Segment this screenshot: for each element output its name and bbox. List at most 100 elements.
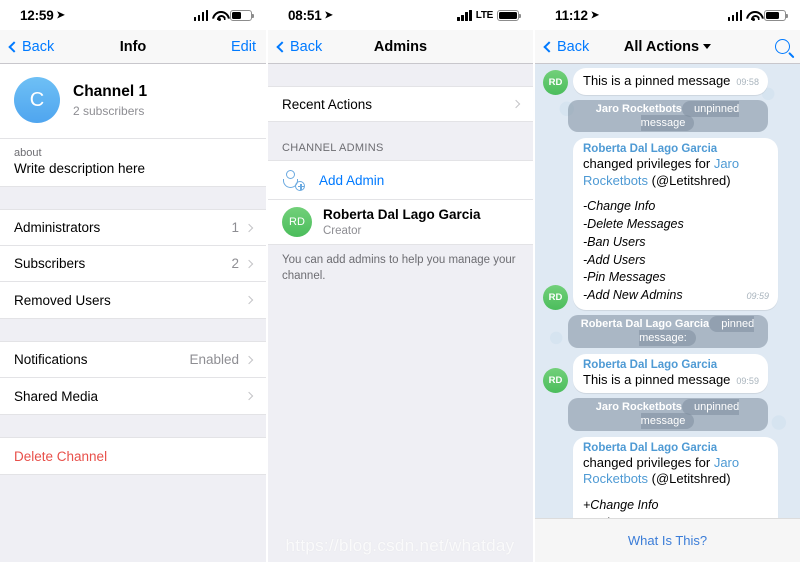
message-time: 09:59	[736, 375, 759, 386]
status-time-group: 08:51 ➤	[288, 8, 333, 23]
row-label: Subscribers	[14, 256, 86, 271]
privilege-item: -Add Users	[583, 252, 646, 267]
privilege-item: -Pin Messages	[583, 270, 666, 285]
privilege-item: -Add New Admins	[583, 288, 683, 303]
service-actor: Roberta Dal Lago Garcia	[580, 317, 710, 330]
what-is-this-link[interactable]: What Is This?	[628, 533, 707, 548]
message-text: This is a pinned message	[583, 73, 731, 88]
chevron-right-icon	[244, 391, 254, 401]
row-accessory: 2	[231, 256, 254, 271]
chat-messages: RD This is a pinned message 09:58 Jaro R…	[535, 64, 800, 562]
service-message: Jaro Rocketbots unpinned message	[543, 398, 792, 431]
search-icon[interactable]	[775, 39, 790, 54]
channel-profile-header[interactable]: C Channel 1 2 subscribers	[0, 64, 266, 139]
chat-message[interactable]: RD Roberta Dal Lago Garcia changed privi…	[543, 138, 792, 310]
phone-screen-channel-info: 12:59 ➤ Back Info Edit C Channel 1 2 sub…	[0, 0, 266, 562]
row-accessory: 1	[231, 220, 254, 235]
three-phone-screenshots: 12:59 ➤ Back Info Edit C Channel 1 2 sub…	[0, 0, 800, 562]
wifi-icon	[746, 10, 760, 21]
message-text: changed privileges for Jaro Rocketbots (…	[583, 455, 769, 488]
row-admin-entry[interactable]: RD Roberta Dal Lago Garcia Creator	[268, 200, 533, 244]
section-header-channel-admins: CHANNEL ADMINS	[282, 142, 384, 154]
chat-message[interactable]: RD This is a pinned message 09:58	[543, 68, 792, 95]
row-recent-actions[interactable]: Recent Actions	[268, 87, 533, 121]
signal-bars-icon	[193, 9, 208, 21]
row-label: Notifications	[14, 352, 88, 367]
battery-icon	[497, 9, 521, 21]
privilege-list: -Change Info -Delete Messages -Ban Users…	[583, 198, 769, 305]
message-text: This is a pinned message	[583, 371, 731, 387]
row-delete-channel[interactable]: Delete Channel	[0, 438, 266, 474]
service-actor: Jaro Rocketbots	[595, 401, 682, 414]
message-author: Roberta Dal Lago Garcia	[583, 143, 718, 156]
add-admin-label: Add Admin	[319, 172, 385, 188]
message-text-post: (@Letitshred)	[648, 172, 731, 188]
row-administrators[interactable]: Administrators 1	[0, 210, 266, 246]
chat-message[interactable]: RD Roberta Dal Lago Garcia This is a pin…	[543, 353, 792, 394]
message-body: This is a pinned message 09:59	[583, 372, 759, 389]
avatar: RD	[282, 207, 312, 237]
message-author: Roberta Dal Lago Garcia	[583, 441, 718, 454]
message-bubble[interactable]: Roberta Dal Lago Garcia changed privileg…	[573, 138, 778, 310]
back-button[interactable]: Back	[276, 39, 322, 55]
nav-bar-left: Back Info Edit	[0, 30, 266, 64]
chevron-down-icon	[703, 44, 712, 49]
location-arrow-icon: ➤	[324, 9, 333, 21]
row-subscribers[interactable]: Subscribers 2	[0, 246, 266, 282]
avatar: RD	[543, 69, 568, 95]
status-bar-right: 11:12 ➤	[535, 0, 800, 30]
message-text-pre: changed privileges for	[583, 454, 714, 470]
privilege-item: -Ban Users	[583, 234, 646, 249]
battery-icon	[764, 9, 788, 21]
avatar: C	[14, 77, 60, 123]
signal-bars-icon	[727, 9, 742, 21]
signal-bars-icon	[457, 9, 472, 21]
about-cell[interactable]: about Write description here	[0, 139, 266, 187]
message-text: changed privileges for Jaro Rocketbots (…	[583, 156, 769, 189]
back-label: Back	[22, 38, 55, 55]
carrier-label: LTE	[475, 9, 494, 21]
row-accessory	[239, 391, 254, 401]
phone-screen-admins: 08:51 ➤ LTE Back Admins Recent Actions C…	[268, 0, 533, 562]
admins-group: Add Admin RD Roberta Dal Lago Garcia Cre…	[268, 160, 533, 245]
row-removed-users[interactable]: Removed Users	[0, 282, 266, 318]
row-label: Removed Users	[14, 292, 111, 308]
message-body: This is a pinned message 09:58	[583, 73, 759, 90]
row-shared-media[interactable]: Shared Media	[0, 378, 266, 414]
back-button[interactable]: Back	[543, 39, 589, 55]
message-bubble[interactable]: Roberta Dal Lago Garcia This is a pinned…	[573, 353, 768, 394]
row-accessory: Enabled	[189, 352, 254, 367]
status-time-group: 12:59 ➤	[20, 8, 65, 23]
row-label: Administrators	[14, 220, 101, 235]
back-button[interactable]: Back	[8, 38, 55, 55]
edit-button[interactable]: Edit	[231, 39, 256, 55]
row-add-admin[interactable]: Add Admin	[268, 161, 533, 200]
battery-icon	[230, 9, 254, 21]
avatar: RD	[543, 368, 568, 394]
message-time: 09:58	[736, 77, 759, 87]
avatar: RD	[543, 284, 568, 310]
location-arrow-icon: ➤	[590, 9, 599, 21]
privilege-item: -Delete Messages	[583, 217, 684, 232]
message-bubble[interactable]: This is a pinned message 09:58	[573, 68, 768, 95]
admin-role: Creator	[323, 224, 362, 237]
about-value: Write description here	[14, 161, 146, 176]
phone-screen-all-actions: 11:12 ➤ Back All Actions RD This is a pi…	[535, 0, 800, 562]
delete-channel-label: Delete Channel	[14, 448, 108, 464]
row-accessory	[239, 295, 254, 305]
chevron-right-icon	[244, 259, 254, 268]
row-value: 2	[231, 256, 239, 271]
chevron-left-icon	[543, 40, 555, 53]
chevron-right-icon	[511, 99, 521, 109]
status-time: 08:51	[288, 7, 322, 23]
chat-log[interactable]: RD This is a pinned message 09:58 Jaro R…	[535, 64, 800, 562]
row-notifications[interactable]: Notifications Enabled	[0, 342, 266, 378]
status-bar-mid: 08:51 ➤ LTE	[268, 0, 533, 30]
what-is-this-bar[interactable]: What Is This?	[535, 518, 800, 562]
nav-bar-mid: Back Admins	[268, 30, 533, 64]
row-accessory	[511, 99, 521, 109]
channel-name: Channel 1	[73, 83, 148, 101]
